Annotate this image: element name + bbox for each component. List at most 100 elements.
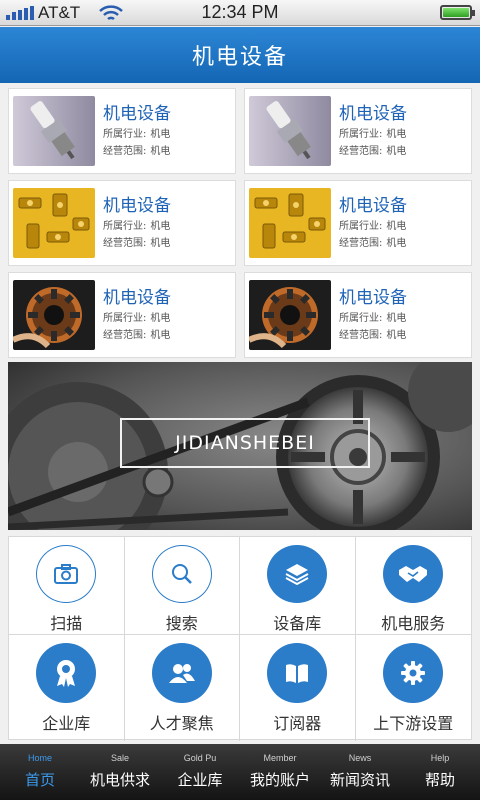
status-time: 12:34 PM [201,2,279,22]
industry-value: 机电 [386,129,407,140]
scope-line: 经营范围: 机电 [339,327,467,344]
scope-label: 经营范围: [339,330,383,341]
tab-en-label: Sale [110,753,129,763]
product-thumbnail [249,96,331,166]
industry-label: 所属行业: [103,221,147,232]
scope-label: 经营范围: [339,238,383,249]
scope-line: 经营范围: 机电 [339,235,467,252]
camera-icon [36,545,97,603]
industry-line: 所属行业: 机电 [339,218,467,235]
equipment-card[interactable]: 机电设备 所属行业: 机电 经营范围: 机电 [244,180,472,266]
industry-value: 机电 [386,221,407,232]
tab-news[interactable]: News 新闻资讯 [320,744,400,800]
industry-line: 所属行业: 机电 [339,310,467,327]
battery-icon [440,5,475,20]
equipment-card[interactable]: 机电设备 所属行业: 机电 经营范围: 机电 [8,272,236,358]
gear-icon [383,643,444,703]
equipment-card-grid: 机电设备 所属行业: 机电 经营范围: 机电 机电设备 所属行业: 机电 经营范围: 机电 机电设备… [8,88,472,358]
scope-label: 经营范围: [339,146,383,157]
industry-label: 所属行业: [103,129,147,140]
product-thumbnail [249,188,331,258]
scope-label: 经营范围: [103,238,147,249]
industry-label: 所属行业: [103,313,147,324]
industry-value: 机电 [150,129,171,140]
card-title: 机电设备 [103,288,171,308]
menu-item-label: 上下游设置 [373,714,454,733]
scope-line: 经营范围: 机电 [103,327,231,344]
tab-sale[interactable]: Sale 机电供求 [80,744,160,800]
menu-item-camera[interactable]: 扫描 [9,537,125,635]
function-menu: 扫描 搜索 设备库 机电服务企业库 人才聚焦 订阅器 上下游设置 [8,536,472,741]
tab-cn-label: 新闻资讯 [329,771,390,789]
menu-item-label: 订阅器 [273,714,322,733]
industry-line: 所属行业: 机电 [103,310,231,327]
menu-item-label: 机电服务 [381,614,446,633]
industry-value: 机电 [150,221,171,232]
industry-line: 所属行业: 机电 [103,218,231,235]
tab-en-label: News [348,753,372,763]
tab-gold-pu[interactable]: Gold Pu 企业库 [160,744,240,800]
app-header: 机电设备 [0,27,480,83]
card-title: 机电设备 [103,196,171,216]
menu-item-label: 企业库 [42,714,91,733]
tab-home[interactable]: Home 首页 [0,744,80,800]
menu-item-label: 设备库 [273,614,322,633]
people-icon [151,643,212,703]
scope-line: 经营范围: 机电 [103,235,231,252]
product-thumbnail [13,96,95,166]
scope-line: 经营范围: 机电 [339,143,467,160]
equipment-card[interactable]: 机电设备 所属行业: 机电 经营范围: 机电 [8,88,236,174]
scope-value: 机电 [386,238,407,249]
tab-en-label: Home [27,753,52,763]
tab-en-label: Help [430,753,450,763]
industry-value: 机电 [386,313,407,324]
product-thumbnail [249,280,331,350]
tab-cn-label: 机电供求 [89,771,150,789]
menu-item-award[interactable]: 企业库 [9,635,125,741]
menu-item-people[interactable]: 人才聚焦 [125,635,240,741]
promo-banner[interactable]: JIDIANSHEBEI [8,362,472,530]
card-title: 机电设备 [103,104,171,124]
tab-cn-label: 企业库 [177,771,223,789]
scope-line: 经营范围: 机电 [103,143,231,160]
menu-item-gear[interactable]: 上下游设置 [356,635,472,741]
banner-title: JIDIANSHEBEI [120,418,370,468]
scope-value: 机电 [150,146,171,157]
industry-label: 所属行业: [339,129,383,140]
tab-cn-label: 首页 [24,771,55,789]
menu-item-label: 搜索 [165,614,198,633]
scope-label: 经营范围: [103,330,147,341]
menu-item-label: 扫描 [50,614,83,633]
handshake-icon [383,545,444,603]
search-icon [151,545,212,603]
card-title: 机电设备 [339,196,407,216]
page-title: 机电设备 [191,45,288,70]
card-title: 机电设备 [339,288,407,308]
menu-item-book[interactable]: 订阅器 [240,635,356,741]
industry-label: 所属行业: [339,313,383,324]
tab-member[interactable]: Member 我的账户 [240,744,320,800]
equipment-card[interactable]: 机电设备 所属行业: 机电 经营范围: 机电 [244,88,472,174]
card-title: 机电设备 [339,104,407,124]
book-icon [267,643,328,703]
tab-en-label: Member [263,753,297,763]
product-thumbnail [13,188,95,258]
tab-en-label: Gold Pu [183,753,217,763]
tab-cn-label: 帮助 [424,771,455,789]
scope-value: 机电 [386,146,407,157]
menu-item-handshake[interactable]: 机电服务 [355,537,471,635]
industry-value: 机电 [150,313,171,324]
menu-item-layers[interactable]: 设备库 [240,537,356,635]
equipment-card[interactable]: 机电设备 所属行业: 机电 经营范围: 机电 [244,272,472,358]
product-thumbnail [13,280,95,350]
industry-line: 所属行业: 机电 [103,126,231,143]
menu-item-label: 人才聚焦 [149,714,214,733]
scope-value: 机电 [150,238,171,249]
scope-value: 机电 [386,330,407,341]
menu-item-search[interactable]: 搜索 [124,537,240,635]
industry-line: 所属行业: 机电 [339,126,467,143]
equipment-card[interactable]: 机电设备 所属行业: 机电 经营范围: 机电 [8,180,236,266]
tab-help[interactable]: Help 帮助 [400,744,480,800]
status-bar: AT&T 12:34 PM [0,0,480,26]
scope-value: 机电 [150,330,171,341]
